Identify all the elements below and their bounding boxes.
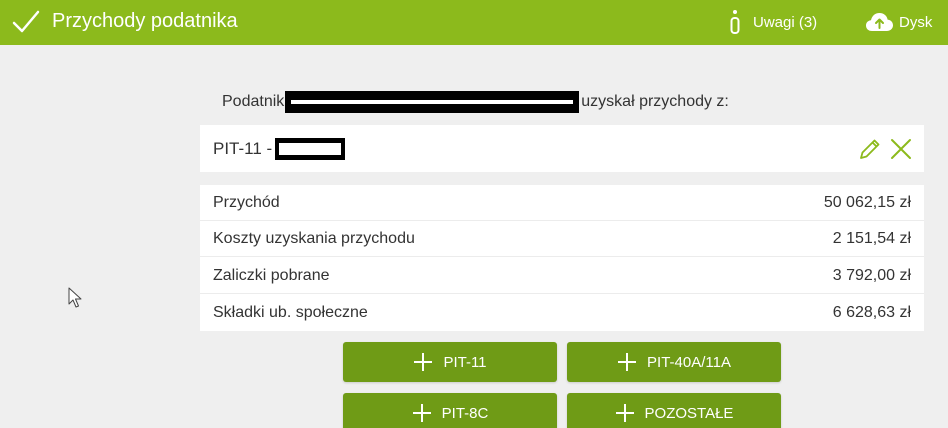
income-source-card: PIT-11 -	[200, 125, 924, 172]
row-label: Składki ub. społeczne	[213, 304, 368, 321]
add-pit40a-label: PIT-40A/11A	[647, 353, 731, 371]
drive-label: Dysk	[899, 13, 933, 31]
intro-suffix: uzyskał przychody z:	[581, 93, 729, 110]
table-row: Przychód 50 062,15 zł	[200, 185, 924, 221]
income-source-title: PIT-11 -	[213, 138, 346, 160]
add-pit8c-button[interactable]: PIT-8C	[343, 393, 557, 428]
table-row: Składki ub. społeczne 6 628,63 zł	[200, 295, 924, 331]
row-value: 50 062,15 zł	[823, 194, 911, 211]
redacted-payer-name	[275, 138, 346, 160]
taxpayer-intro: Podatnik uzyskał przychody z:	[222, 90, 729, 114]
info-icon	[730, 10, 740, 34]
row-divider	[200, 256, 924, 257]
plus-icon	[618, 353, 637, 371]
notes-button[interactable]: Uwagi (3)	[728, 9, 817, 35]
intro-prefix: Podatnik	[222, 93, 285, 110]
row-label: Koszty uzyskania przychodu	[213, 230, 415, 247]
add-pit8c-label: PIT-8C	[441, 404, 489, 422]
income-summary-table: Przychód 50 062,15 zł Koszty uzyskania p…	[200, 185, 924, 331]
income-source-form: PIT-11 -	[213, 139, 273, 158]
redacted-taxpayer-name	[285, 91, 580, 113]
notes-label: Uwagi (3)	[753, 13, 818, 31]
drive-button[interactable]: Dysk	[866, 10, 932, 34]
add-other-button[interactable]: POZOSTAŁE	[567, 393, 781, 428]
add-pit40a-button[interactable]: PIT-40A/11A	[567, 342, 781, 382]
plus-icon	[412, 404, 431, 422]
row-label: Przychód	[213, 194, 280, 211]
app-header: Przychody podatnika Uwagi (3) Dysk	[0, 0, 948, 45]
table-row: Koszty uzyskania przychodu 2 151,54 zł	[200, 221, 924, 257]
plus-icon	[414, 353, 433, 371]
close-icon[interactable]	[890, 138, 912, 160]
table-row: Zaliczki pobrane 3 792,00 zł	[200, 258, 924, 294]
check-icon	[12, 10, 40, 33]
page-title: Przychody podatnika	[52, 10, 238, 32]
add-other-label: POZOSTAŁE	[644, 404, 734, 422]
add-pit11-label: PIT-11	[443, 353, 487, 371]
row-divider	[200, 293, 924, 294]
pencil-icon[interactable]	[858, 137, 882, 161]
cloud-upload-icon	[866, 13, 893, 31]
row-value: 6 628,63 zł	[832, 304, 911, 321]
row-value: 3 792,00 zł	[832, 267, 911, 284]
plus-icon	[615, 404, 634, 422]
row-label: Zaliczki pobrane	[213, 267, 330, 284]
row-value: 2 151,54 zł	[832, 230, 911, 247]
add-pit11-button[interactable]: PIT-11	[343, 342, 557, 382]
mouse-pointer-icon	[68, 287, 82, 308]
